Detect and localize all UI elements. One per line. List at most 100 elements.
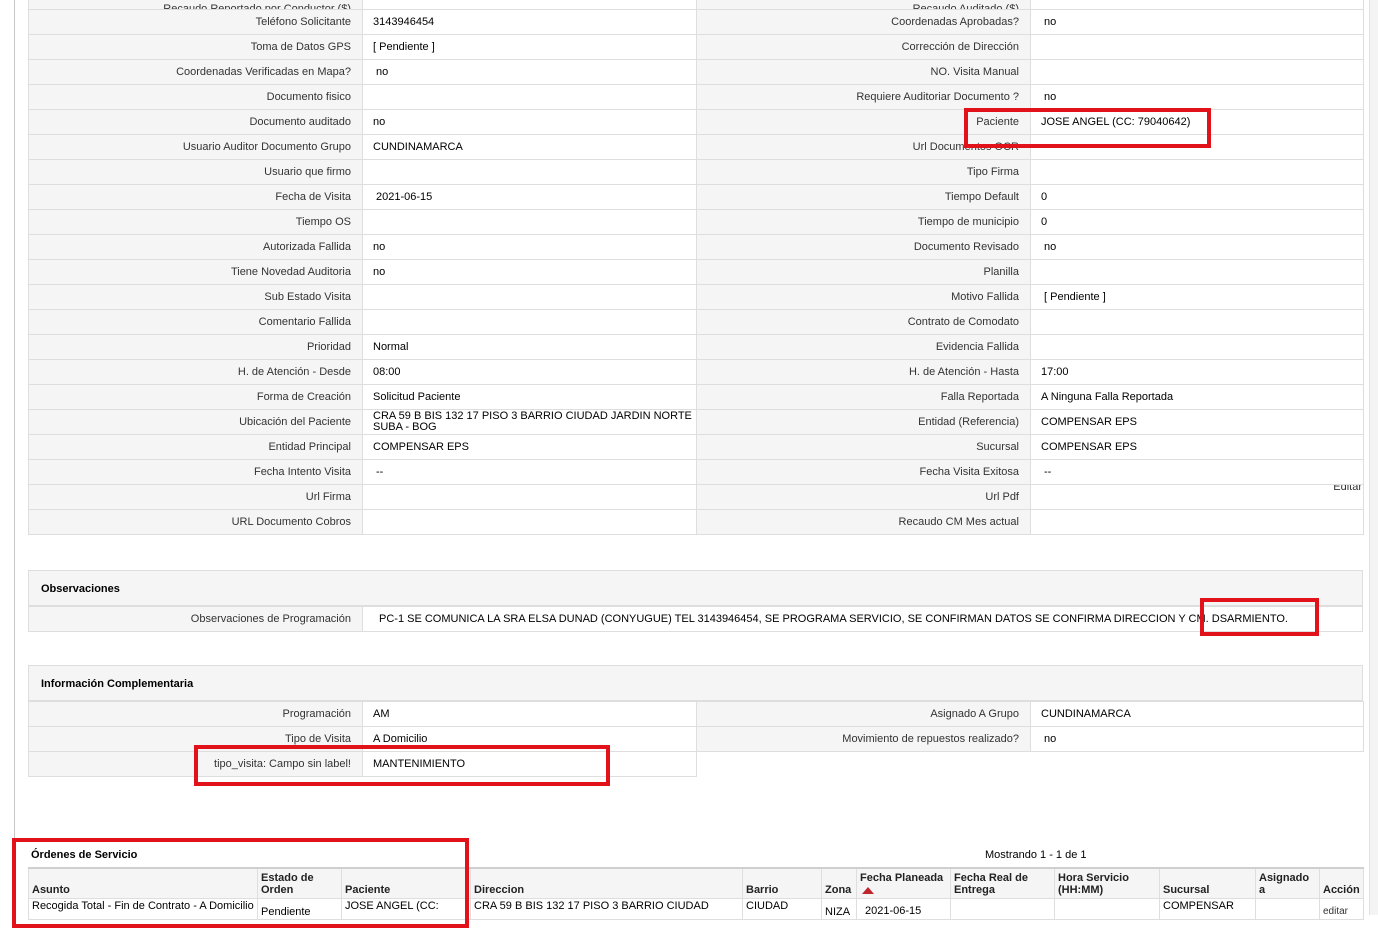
field-label: Fecha Intento Visita bbox=[28, 459, 363, 485]
field-value: 0 bbox=[1030, 209, 1364, 235]
field-label: Sub Estado Visita bbox=[28, 284, 363, 310]
order-hora-servicio bbox=[1054, 898, 1160, 920]
field-value: no bbox=[362, 234, 697, 260]
detail-row: Toma de Datos GPS[ Pendiente ] Corrección… bbox=[28, 34, 1364, 60]
field-value: [ Pendiente ] bbox=[1030, 284, 1364, 310]
field-label: Prioridad bbox=[28, 334, 363, 360]
column-header-estado[interactable]: Estado de Orden bbox=[257, 867, 342, 899]
field-value: COMPENSAR EPS bbox=[362, 434, 697, 460]
order-barrio: CIUDAD bbox=[742, 898, 822, 920]
field-value: COMPENSAR EPS bbox=[1030, 409, 1364, 435]
field-label: NO. Visita Manual bbox=[696, 59, 1031, 85]
field-label: Planilla bbox=[696, 259, 1031, 285]
field-label: Usuario que firmo bbox=[28, 159, 363, 185]
order-asignado bbox=[1255, 898, 1320, 920]
field-value: no bbox=[362, 109, 697, 135]
complementaria-row: Tipo de Visita A Domicilio Movimiento de… bbox=[28, 726, 1364, 752]
detail-row: Coordenadas Verificadas en Mapa? no NO. Vi… bbox=[28, 59, 1364, 85]
field-label: Forma de Creación bbox=[28, 384, 363, 410]
field-label: Asignado A Grupo bbox=[696, 701, 1031, 727]
field-label: Documento Revisado bbox=[696, 234, 1031, 260]
column-header-paciente[interactable]: Paciente bbox=[341, 867, 471, 899]
field-label: URL Documento Cobros bbox=[28, 509, 363, 535]
field-value bbox=[362, 484, 697, 510]
column-header-accion: Acción bbox=[1319, 867, 1364, 899]
observaciones-label: Observaciones de Programación bbox=[29, 607, 363, 631]
observaciones-title: Observaciones bbox=[41, 583, 120, 595]
order-sucursal: COMPENSAR bbox=[1159, 898, 1256, 920]
sort-ascending-icon bbox=[862, 887, 874, 894]
field-value: Editar bbox=[1030, 484, 1364, 510]
field-label: Contrato de Comodato bbox=[696, 309, 1031, 335]
detail-row: Documento fisico Requiere Auditoriar Docu… bbox=[28, 84, 1364, 110]
field-label: Tiempo OS bbox=[28, 209, 363, 235]
field-value: CUNDINAMARCA bbox=[1030, 701, 1364, 727]
field-label: Fecha Visita Exitosa bbox=[696, 459, 1031, 485]
field-value: COMPENSAR EPS bbox=[1030, 434, 1364, 460]
field-value: 08:00 bbox=[362, 359, 697, 385]
field-value: MANTENIMIENTO bbox=[362, 751, 697, 777]
field-value: no bbox=[362, 59, 697, 85]
field-value: [ Pendiente ] bbox=[362, 34, 697, 60]
detail-row: Documento auditado no Paciente JOSE ANGEL (… bbox=[28, 109, 1364, 135]
order-asunto[interactable]: Recogida Total - Fin de Contrato - A Dom… bbox=[28, 898, 258, 920]
field-value: 17:00 bbox=[1030, 359, 1364, 385]
detail-row: URL Documento Cobros Recaudo CM Mes actua… bbox=[28, 509, 1364, 535]
field-label: Documento auditado bbox=[28, 109, 363, 135]
field-value: Normal bbox=[362, 334, 697, 360]
field-value bbox=[1030, 159, 1364, 185]
detail-row: Teléfono Solicitante 3143946454 Coordenada… bbox=[28, 9, 1364, 35]
detail-row: Sub Estado Visita Motivo Fallida[ Pendien… bbox=[28, 284, 1364, 310]
field-label: H. de Atención - Hasta bbox=[696, 359, 1031, 385]
field-label: Documento fisico bbox=[28, 84, 363, 110]
detail-row: Fecha Intento Visita -- Fecha Visita Exito… bbox=[28, 459, 1364, 485]
field-label: Evidencia Fallida bbox=[696, 334, 1031, 360]
column-header-barrio[interactable]: Barrio bbox=[742, 867, 822, 899]
field-value bbox=[1030, 309, 1364, 335]
visit-detail-table: Recaudo Reportado por Conductor ($) Recau… bbox=[28, 0, 1364, 535]
field-label: Corrección de Dirección bbox=[696, 34, 1031, 60]
edit-link[interactable]: Editar bbox=[1333, 486, 1362, 494]
field-label: Usuario Auditor Documento Grupo bbox=[28, 134, 363, 160]
complementaria-header: Información Complementaria bbox=[28, 665, 1363, 701]
column-header-fecha-planeada[interactable]: Fecha Planeada bbox=[856, 867, 951, 899]
column-header-sucursal[interactable]: Sucursal bbox=[1159, 867, 1256, 899]
field-value: Solicitud Paciente bbox=[362, 384, 697, 410]
complementaria-title: Información Complementaria bbox=[41, 678, 194, 690]
field-value bbox=[1030, 34, 1364, 60]
detail-row: Usuario Auditor Documento Grupo CUNDINAMA… bbox=[28, 134, 1364, 160]
detail-row: Prioridad Normal Evidencia Fallida bbox=[28, 334, 1364, 360]
order-fecha-real bbox=[950, 898, 1055, 920]
order-edit-link[interactable]: editar bbox=[1319, 898, 1364, 920]
detail-row: Comentario Fallida Contrato de Comodato bbox=[28, 309, 1364, 335]
table-row[interactable]: Recogida Total - Fin de Contrato - A Dom… bbox=[28, 898, 1364, 920]
column-header-fecha-real[interactable]: Fecha Real de Entrega bbox=[950, 867, 1055, 899]
field-value: 2021-06-15 bbox=[362, 184, 697, 210]
field-label: Motivo Fallida bbox=[696, 284, 1031, 310]
orders-title: Órdenes de Servicio bbox=[31, 849, 138, 861]
field-value bbox=[362, 509, 697, 535]
column-header-asignado[interactable]: Asignado a bbox=[1255, 867, 1320, 899]
column-header-asunto[interactable]: Asunto bbox=[28, 867, 258, 899]
field-label: Movimiento de repuestos realizado? bbox=[696, 726, 1031, 752]
field-label: Tipo Firma bbox=[696, 159, 1031, 185]
field-label: Recaudo CM Mes actual bbox=[696, 509, 1031, 535]
field-value: no bbox=[1030, 9, 1364, 35]
column-header-zona[interactable]: Zona bbox=[821, 867, 857, 899]
observaciones-value: PC-1 SE COMUNICA LA SRA ELSA DUNAD (CONY… bbox=[379, 613, 1288, 625]
empty-cell bbox=[1030, 751, 1364, 777]
field-value: A Domicilio bbox=[362, 726, 697, 752]
detail-row: Entidad Principal COMPENSAR EPS Sucursal CO… bbox=[28, 434, 1364, 460]
column-header-direccion[interactable]: Direccion bbox=[470, 867, 743, 899]
field-label: Comentario Fallida bbox=[28, 309, 363, 335]
order-direccion: CRA 59 B BIS 132 17 PISO 3 BARRIO CIUDAD bbox=[470, 898, 743, 920]
field-value bbox=[1030, 259, 1364, 285]
detail-row: Tiene Novedad Auditoria no Planilla bbox=[28, 259, 1364, 285]
column-header-hora-servicio[interactable]: Hora Servicio (HH:MM) bbox=[1054, 867, 1160, 899]
window-scrollbar[interactable] bbox=[1369, 0, 1378, 915]
field-value bbox=[362, 309, 697, 335]
observaciones-header: Observaciones bbox=[28, 570, 1363, 606]
field-value bbox=[1030, 0, 1364, 10]
field-label: Url Pdf bbox=[696, 484, 1031, 510]
field-value bbox=[362, 84, 697, 110]
